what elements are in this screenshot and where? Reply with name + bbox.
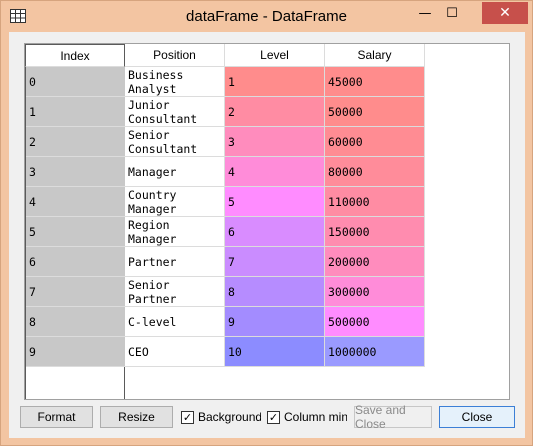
column-header-index[interactable]: Index	[25, 44, 125, 67]
table-cell-level[interactable]: 3	[225, 127, 325, 157]
table-cell-salary[interactable]: 45000	[325, 67, 425, 97]
column-header-position[interactable]: Position	[125, 44, 225, 67]
table-cell-salary[interactable]: 80000	[325, 157, 425, 187]
column-minmax-checkbox[interactable]: ✓ Column min/m	[267, 409, 347, 425]
table-cell-position[interactable]: Manager	[125, 157, 225, 187]
table-cell-position[interactable]: Country Manager	[125, 187, 225, 217]
table-cell-index[interactable]: 6	[26, 247, 125, 277]
save-and-close-button[interactable]: Save and Close	[354, 403, 432, 431]
table-cell-position[interactable]: Junior Consultant	[125, 97, 225, 127]
table-cell-index[interactable]: 3	[26, 157, 125, 187]
table-cell-level[interactable]: 9	[225, 307, 325, 337]
table-cell-salary[interactable]: 500000	[325, 307, 425, 337]
table-cell-salary[interactable]: 300000	[325, 277, 425, 307]
table-cell-index[interactable]: 9	[26, 337, 125, 367]
table-cell-level[interactable]: 4	[225, 157, 325, 187]
background-color-checkbox[interactable]: ✓ Background c	[181, 409, 261, 425]
close-button[interactable]: Close	[439, 406, 515, 428]
table-cell-index[interactable]: 8	[26, 307, 125, 337]
table-cell-level[interactable]: 8	[225, 277, 325, 307]
table-cell-position[interactable]: CEO	[125, 337, 225, 367]
close-window-button[interactable]: ✕	[482, 2, 528, 24]
table-cell-index[interactable]: 5	[26, 217, 125, 247]
maximize-button[interactable]: ☐	[438, 2, 466, 24]
table-cell-salary[interactable]: 200000	[325, 247, 425, 277]
table-cell-level[interactable]: 7	[225, 247, 325, 277]
table-cell-salary[interactable]: 150000	[325, 217, 425, 247]
checkmark-icon: ✓	[181, 410, 194, 424]
title-bar[interactable]: dataFrame - DataFrame — ☐ ✕	[1, 1, 532, 33]
table-cell-salary[interactable]: 110000	[325, 187, 425, 217]
checkmark-icon: ✓	[267, 410, 280, 424]
table-cell-salary[interactable]: 50000	[325, 97, 425, 127]
table-cell-position[interactable]: Business Analyst	[125, 67, 225, 97]
table-cell-level[interactable]: 2	[225, 97, 325, 127]
format-button[interactable]: Format	[20, 406, 93, 428]
button-bar: Format Resize ✓ Background c ✓ Column mi…	[9, 403, 525, 431]
column-minmax-label: Column min/m	[284, 410, 347, 424]
dialog-body: Index Position Level Salary 0 Business Analys…	[9, 32, 525, 438]
table-cell-salary[interactable]: 60000	[325, 127, 425, 157]
table-cell-position[interactable]: Partner	[125, 247, 225, 277]
dataframe-editor-window: dataFrame - DataFrame — ☐ ✕ Index Positio…	[0, 0, 533, 446]
table-cell-index[interactable]: 2	[26, 127, 125, 157]
table-cell-index[interactable]: 1	[26, 97, 125, 127]
table-cell-position[interactable]: Senior Partner	[125, 277, 225, 307]
table-cell-level[interactable]: 10	[225, 337, 325, 367]
resize-button[interactable]: Resize	[100, 406, 173, 428]
table-cell-level[interactable]: 5	[225, 187, 325, 217]
column-header-level[interactable]: Level	[225, 44, 325, 67]
table-cell-position[interactable]: Senior Consultant	[125, 127, 225, 157]
table-cell-index[interactable]: 0	[26, 67, 125, 97]
minimize-button[interactable]: —	[411, 2, 439, 24]
column-header-salary[interactable]: Salary	[325, 44, 425, 67]
background-color-label: Background c	[198, 410, 261, 424]
table-cell-index[interactable]: 7	[26, 277, 125, 307]
table-cell-salary[interactable]: 1000000	[325, 337, 425, 367]
table-cell-level[interactable]: 1	[225, 67, 325, 97]
table-cell-index[interactable]: 4	[26, 187, 125, 217]
table-cell-level[interactable]: 6	[225, 217, 325, 247]
dataframe-table[interactable]: Index Position Level Salary 0 Business Analys…	[24, 43, 510, 400]
table-cell-position[interactable]: C-level	[125, 307, 225, 337]
table-cell-position[interactable]: Region Manager	[125, 217, 225, 247]
